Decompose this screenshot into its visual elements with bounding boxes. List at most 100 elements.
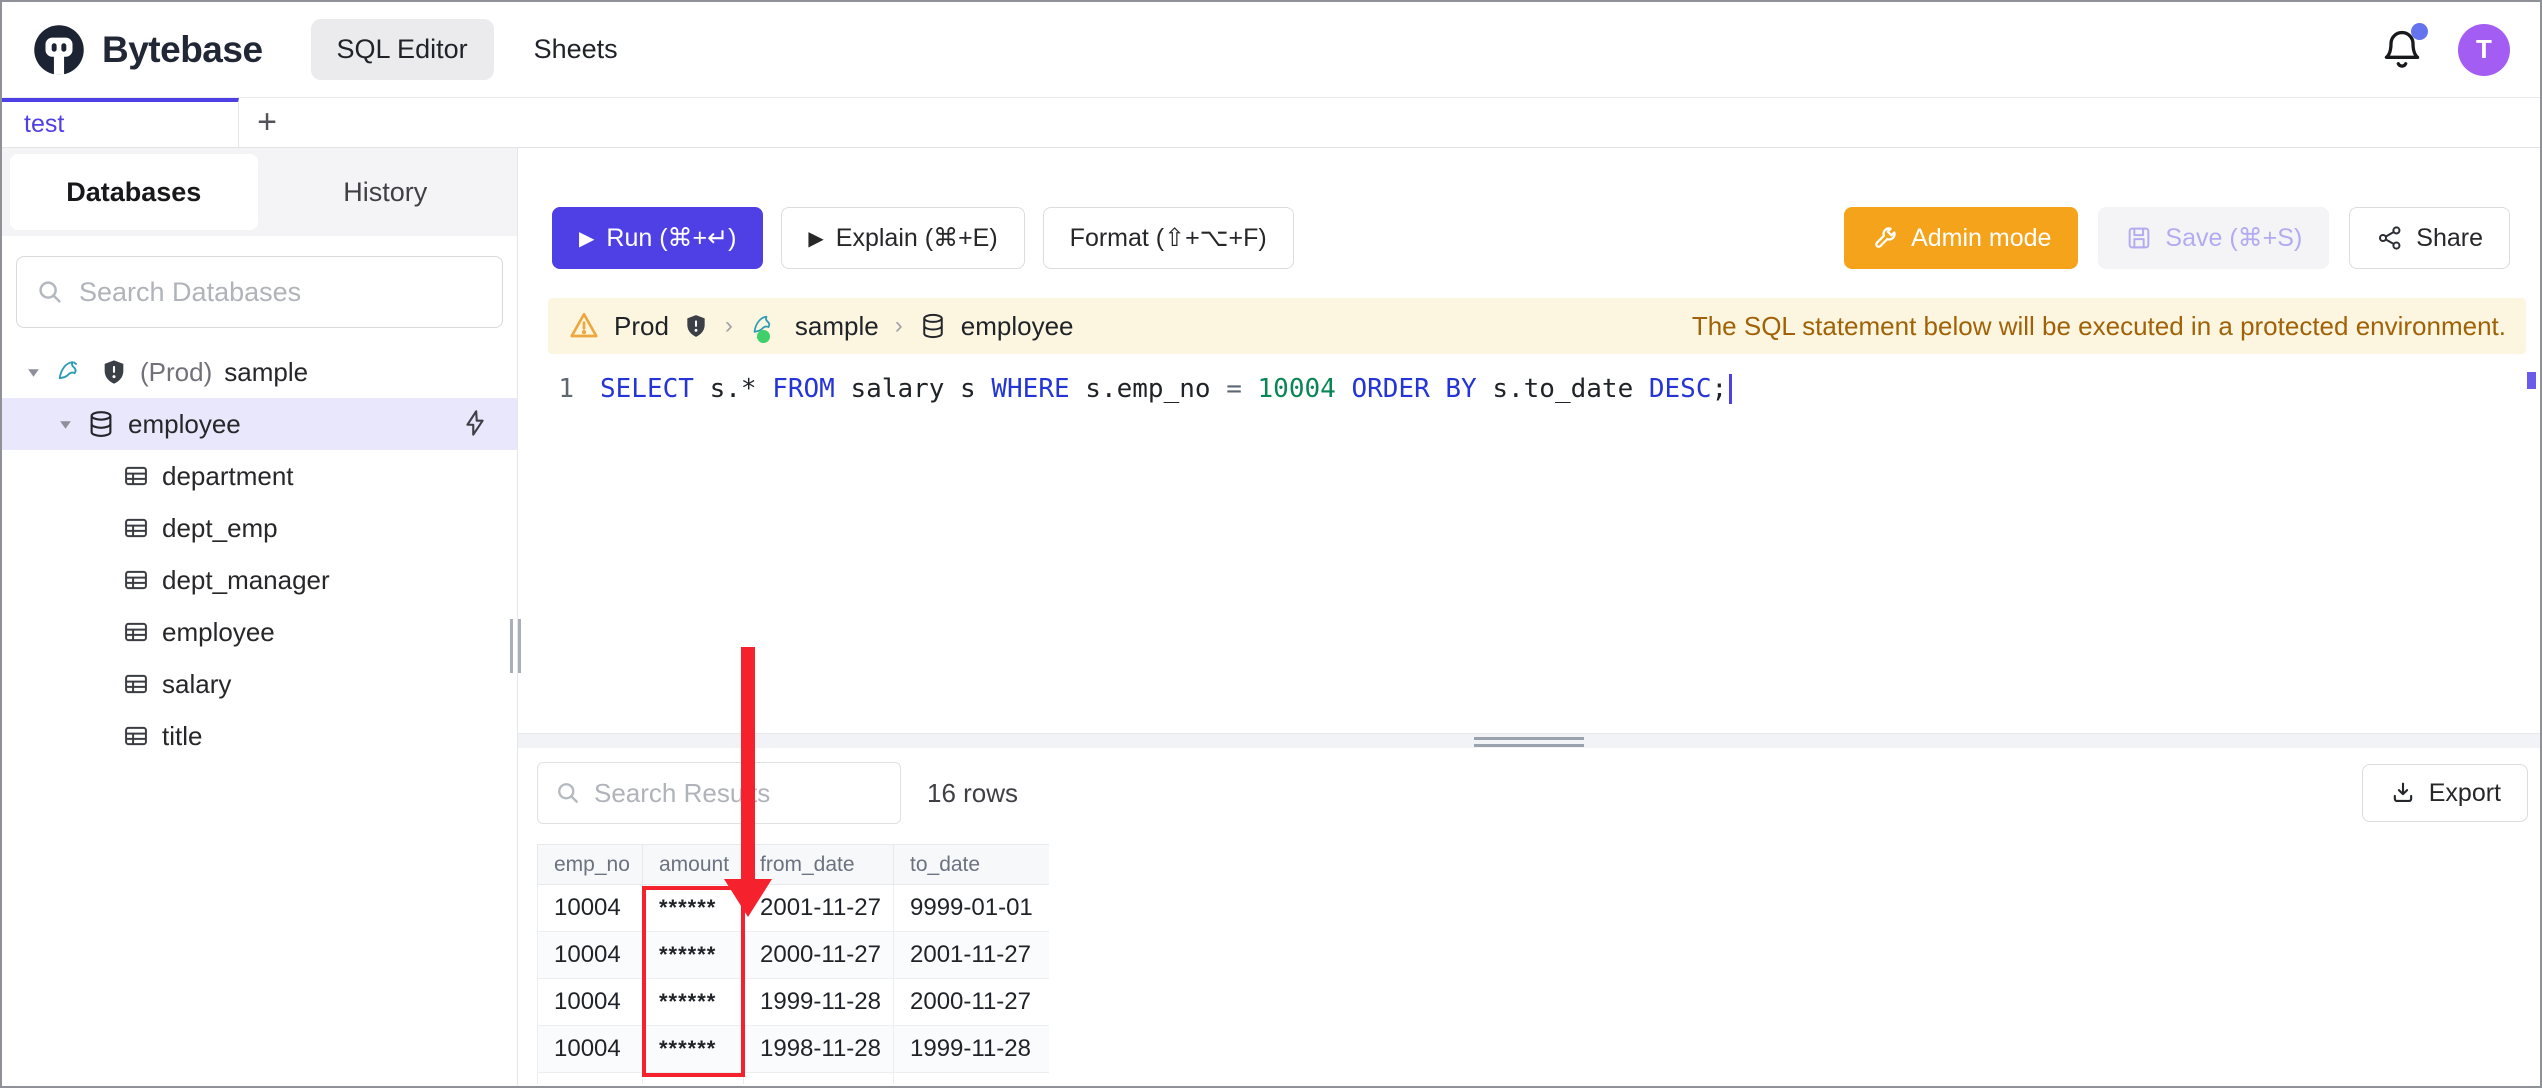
admin-mode-button[interactable]: Admin mode <box>1844 207 2079 269</box>
results-search[interactable] <box>537 762 929 824</box>
explain-button[interactable]: ▶ Explain (⌘+E) <box>781 207 1025 269</box>
table-row[interactable]: 10004 ****** 1999-11-28 2000-11-27 <box>537 978 1049 1026</box>
shield-icon <box>683 313 709 339</box>
mysql-icon <box>54 357 88 387</box>
main-panel: ▶ Run (⌘+↵) ▶ Explain (⌘+E) Format (⇧+⌥+… <box>518 148 2540 1086</box>
database-tree: (Prod) sample employee department dept_e… <box>2 346 517 762</box>
format-button[interactable]: Format (⇧+⌥+F) <box>1042 207 1294 269</box>
share-label: Share <box>2416 223 2483 252</box>
results-table: emp_no amount from_date to_date 10004 **… <box>537 844 1049 1084</box>
tab-history[interactable]: History <box>262 154 510 230</box>
results-panel: 16 rows Export <box>518 748 2540 1086</box>
tree-database-employee[interactable]: employee <box>2 398 517 450</box>
tree-table-employee[interactable]: employee <box>2 606 517 658</box>
app-header: Bytebase SQL Editor Sheets T <box>2 2 2540 98</box>
search-results-input[interactable] <box>594 777 929 809</box>
sql-token: FROM <box>756 374 835 404</box>
table-name-label: department <box>162 460 294 491</box>
table-header-row: emp_no amount from_date to_date <box>537 844 1049 885</box>
sql-token: s.emp_no <box>1069 374 1227 404</box>
warning-triangle-icon <box>568 310 600 342</box>
format-label: Format (⇧+⌥+F) <box>1069 224 1267 252</box>
tree-table-department[interactable]: department <box>2 450 517 502</box>
play-icon: ▶ <box>579 227 595 250</box>
database-icon <box>919 312 947 340</box>
tree-table-dept-emp[interactable]: dept_emp <box>2 502 517 554</box>
results-table-wrap: emp_no amount from_date to_date 10004 **… <box>537 844 1049 1084</box>
brand[interactable]: Bytebase <box>32 23 263 77</box>
shield-icon <box>100 358 128 386</box>
table-row[interactable]: 10004 ****** 1998-11-28 1999-11-28 <box>537 1025 1049 1073</box>
tree-table-title[interactable]: title <box>2 710 517 762</box>
nav-sheets[interactable]: Sheets <box>508 19 644 80</box>
notifications-button[interactable] <box>2380 22 2428 73</box>
caret-down-icon[interactable] <box>58 417 74 432</box>
annotation-arrow <box>741 647 755 881</box>
tab-databases[interactable]: Databases <box>10 154 258 230</box>
add-tab-button[interactable]: + <box>239 98 295 147</box>
sidebar: Databases History Search Databases (Prod… <box>2 148 521 1086</box>
explain-label: Explain (⌘+E) <box>835 224 998 252</box>
breadcrumb-database[interactable]: sample <box>795 311 879 342</box>
cell-to-date: 2000-11-27 <box>893 978 1049 1026</box>
sql-token: s. <box>693 374 741 404</box>
instance-env-label: (Prod) <box>140 356 213 387</box>
cell-to-date: 9999-01-01 <box>893 884 1049 932</box>
play-icon: ▶ <box>808 227 824 250</box>
search-icon <box>35 277 65 307</box>
run-label: Run (⌘+↵) <box>606 224 737 252</box>
splitter-grip[interactable] <box>1474 737 1584 751</box>
admin-mode-label: Admin mode <box>1911 223 2052 252</box>
lightning-icon[interactable] <box>461 409 489 437</box>
mysql-icon <box>749 312 781 343</box>
cell-from-date: 1999-11-28 <box>743 978 894 1026</box>
app-window: Bytebase SQL Editor Sheets T test + Data… <box>0 0 2542 1088</box>
row-count: 16 rows <box>927 777 1019 808</box>
export-button[interactable]: Export <box>2361 764 2528 822</box>
connection-status-dot <box>756 330 770 343</box>
breadcrumb-env[interactable]: Prod <box>614 311 669 342</box>
tree-table-salary[interactable]: salary <box>2 658 517 710</box>
sql-statement: SELECT s.* FROM salary s WHERE s.emp_no … <box>600 368 1733 410</box>
share-icon <box>2376 224 2404 252</box>
database-search[interactable] <box>16 256 503 328</box>
search-databases-input[interactable] <box>79 276 484 308</box>
avatar[interactable]: T <box>2458 23 2510 76</box>
breadcrumb-table[interactable]: employee <box>961 311 1074 342</box>
run-button[interactable]: ▶ Run (⌘+↵) <box>552 207 764 269</box>
save-button[interactable]: Save (⌘+S) <box>2098 207 2330 269</box>
tree-instance-sample[interactable]: (Prod) sample <box>2 346 517 398</box>
save-icon <box>2125 224 2153 252</box>
protected-env-banner: Prod › sample › employee The SQL stateme… <box>548 298 2526 354</box>
editor-scrollbar[interactable] <box>2527 372 2536 389</box>
wrench-icon <box>1871 224 1899 252</box>
table-row-partial[interactable] <box>537 1072 1049 1084</box>
table-row[interactable]: 10004 ****** 2001-11-27 9999-01-01 <box>537 884 1049 932</box>
sql-token: SELECT <box>600 374 694 404</box>
tree-table-dept-manager[interactable]: dept_manager <box>2 554 517 606</box>
table-icon <box>122 670 150 698</box>
sql-token: ; <box>1711 374 1728 404</box>
code-line[interactable]: 1 SELECT s.* FROM salary s WHERE s.emp_n… <box>518 368 2540 410</box>
sql-token: WHERE <box>991 374 1070 404</box>
panel-splitter[interactable] <box>518 733 2540 748</box>
tab-test[interactable]: test <box>2 98 239 147</box>
line-number: 1 <box>558 374 574 404</box>
col-header-emp-no[interactable]: emp_no <box>537 844 643 885</box>
sql-editor[interactable]: 1 SELECT s.* FROM salary s WHERE s.emp_n… <box>518 354 2540 733</box>
table-row[interactable]: 10004 ****** 2000-11-27 2001-11-27 <box>537 931 1049 979</box>
editor-toolbar: ▶ Run (⌘+↵) ▶ Explain (⌘+E) Format (⇧+⌥+… <box>518 148 2540 298</box>
bytebase-logo-icon <box>32 23 86 77</box>
caret-down-icon[interactable] <box>26 365 42 380</box>
instance-name-label: sample <box>224 356 309 387</box>
col-header-to-date[interactable]: to_date <box>893 844 1049 885</box>
database-name-label: employee <box>128 408 241 439</box>
share-button[interactable]: Share <box>2349 207 2510 269</box>
table-icon <box>122 514 150 542</box>
chevron-right-icon: › <box>724 312 733 339</box>
nav-sql-editor[interactable]: SQL Editor <box>310 19 494 80</box>
table-icon <box>122 566 150 594</box>
protected-env-notice: The SQL statement below will be executed… <box>1691 310 2506 341</box>
search-icon <box>554 779 582 807</box>
